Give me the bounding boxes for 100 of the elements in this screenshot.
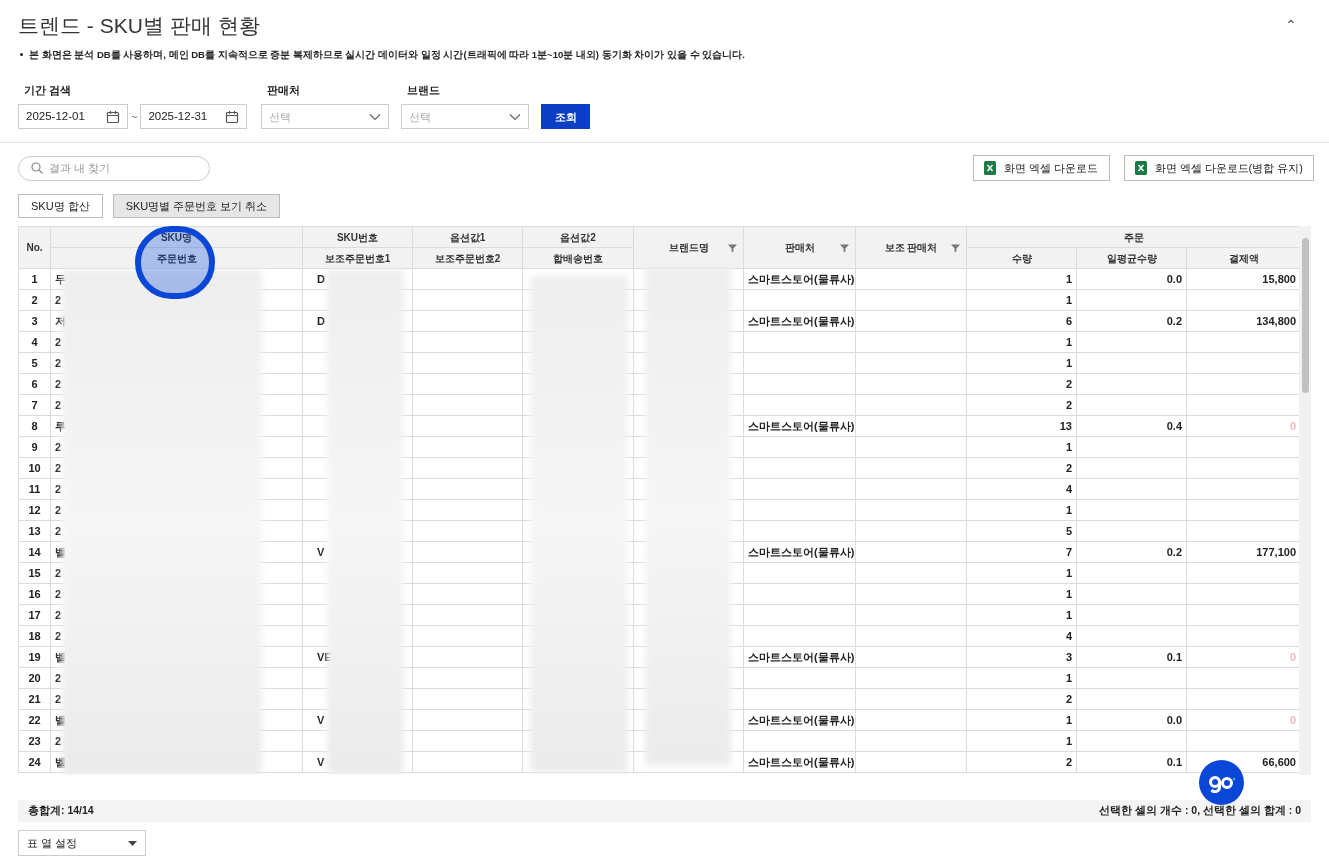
column-header: 브랜드명 [668, 242, 709, 254]
table-cell: 2 [55, 693, 62, 705]
chevron-down-icon [369, 112, 382, 121]
table-cell: 두 [55, 273, 66, 285]
selection-summary: 선택한 셀의 개수 : 0, 선택한 셀의 합계 : 0 [1099, 803, 1301, 819]
column-header: 수량 [1011, 252, 1032, 264]
search-icon [31, 162, 43, 175]
table-cell: 5 [1065, 525, 1072, 537]
excel-download-button[interactable]: 화면 엑셀 다운로드(병합 유지) [1123, 155, 1314, 182]
row-number: 15 [28, 567, 41, 579]
table-cell: 스마트스토어(물류사) [748, 315, 855, 327]
table-cell: 2 [55, 294, 62, 306]
column-settings-select[interactable]: 표 열 설정 [18, 830, 146, 857]
table-cell: 2 [55, 672, 62, 684]
chevron-down-icon [509, 112, 522, 121]
column-group-header: 주문 [1123, 231, 1144, 243]
table-cell: 스마트스토어(물류사) [748, 546, 855, 558]
table-cell: 저 [55, 315, 66, 327]
column-header: 합배송번호 [553, 252, 603, 264]
table-cell: 2 [55, 609, 62, 621]
table-cell: 1 [1065, 336, 1072, 348]
table-cell: D [317, 273, 325, 285]
spreadsheet-icon [1134, 161, 1147, 176]
table-cell: V [317, 714, 325, 726]
view-toggle-button[interactable]: SKU명 합산 [18, 194, 103, 219]
row-number: 19 [28, 651, 41, 663]
row-number: 3 [31, 315, 38, 327]
page-title: 트렌드 - SKU별 판매 현황 [18, 13, 260, 39]
table-cell: 0 [1289, 420, 1296, 432]
table-cell: 1 [1065, 735, 1072, 747]
column-header: 보조주문번호1 [324, 252, 391, 264]
table-cell: 0 [1289, 651, 1296, 663]
table-cell: 3 [1065, 651, 1072, 663]
column-header: 결제액 [1228, 252, 1259, 264]
chat-button[interactable] [1199, 760, 1244, 805]
table-cell: 스마트스토어(물류사) [748, 756, 855, 768]
table-cell: 15,800 [1262, 273, 1296, 285]
table-cell: 벨 [55, 756, 66, 768]
table-cell: 2 [55, 588, 62, 600]
table-cell: 스마트스토어(물류사) [748, 651, 855, 663]
date-field[interactable]: 2025-12-01 [18, 104, 128, 130]
collapse-toggle[interactable]: ⌃ [1285, 15, 1297, 37]
column-header: 옵션값2 [560, 231, 596, 243]
table-cell: D [317, 315, 325, 327]
table-cell: 1 [1065, 567, 1072, 579]
table-cell: 0.2 [1166, 315, 1182, 327]
table-cell: 2 [1065, 756, 1072, 768]
table-cell: 1 [1065, 714, 1072, 726]
column-header: 옵션값1 [449, 231, 486, 243]
filter-icon[interactable] [951, 243, 960, 253]
table-cell: 스마트스토어(물류사) [748, 273, 855, 285]
table-cell: 1 [1065, 273, 1072, 285]
table-cell: 2 [55, 735, 62, 747]
table-cell: 177,100 [1256, 546, 1296, 558]
table-cell: 0.0 [1166, 714, 1182, 726]
table-cell: 벨 [55, 546, 66, 558]
table-cell: 2 [55, 462, 62, 474]
filter-icon[interactable] [840, 243, 849, 253]
excel-download-button[interactable]: 화면 엑셀 다운로드 [973, 155, 1110, 182]
table-cell: 0.4 [1166, 420, 1182, 432]
calendar-icon [225, 109, 240, 124]
date-field[interactable]: 2025-12-31 [140, 104, 248, 130]
row-number: 20 [28, 672, 41, 684]
table-cell: 13 [1059, 420, 1072, 432]
row-number: 22 [28, 714, 41, 726]
table-cell: 2 [55, 336, 62, 348]
search-button[interactable]: 조회 [541, 104, 591, 130]
table-cell: 2 [55, 525, 62, 537]
row-number: 5 [31, 357, 38, 369]
spreadsheet-icon [984, 161, 997, 176]
table-cell: 1 [1065, 588, 1072, 600]
column-header: SKU명 [160, 231, 193, 243]
row-number: 4 [31, 336, 38, 348]
row-number: 2 [31, 294, 38, 306]
column-header: 주문번호 [156, 252, 197, 264]
table-cell: 2 [55, 504, 62, 516]
filter-icon[interactable] [728, 243, 737, 253]
row-number: 1 [31, 273, 38, 285]
column-header: 판매처 [784, 242, 815, 254]
column-header: 일평균수량 [1106, 252, 1157, 264]
table-cell: 2 [1065, 693, 1072, 705]
table-cell: V [317, 756, 325, 768]
table-cell: 4 [1065, 630, 1072, 642]
table-cell: 2 [55, 483, 62, 495]
column-header: SKU번호 [336, 231, 379, 243]
notice-text: 본 화면은 분석 DB를 사용하며, 메인 DB를 지속적으로 증분 복제하므로 실시간 데이터와 일정 시간(트래픽에 따라 1분~10분 내외) 동기화 차이가 있을 수 있습니다. [29, 47, 745, 62]
scrollbar[interactable] [1299, 226, 1311, 776]
table-cell: 66,600 [1262, 756, 1296, 768]
table-cell: 2 [55, 567, 62, 579]
table-cell: 1 [1065, 672, 1072, 684]
table-cell: 2 [1065, 399, 1072, 411]
table-cell: 2 [55, 378, 62, 390]
row-number: 13 [28, 525, 41, 537]
table-cell: 0.1 [1166, 651, 1182, 663]
row-number: 12 [28, 504, 41, 516]
view-toggle-button[interactable]: SKU명별 주문번호 보기 취소 [112, 194, 281, 219]
field-label: 기간 검색 [23, 82, 73, 98]
row-number: 23 [28, 735, 41, 747]
row-number: 14 [28, 546, 41, 558]
table-cell: 0.2 [1166, 546, 1182, 558]
